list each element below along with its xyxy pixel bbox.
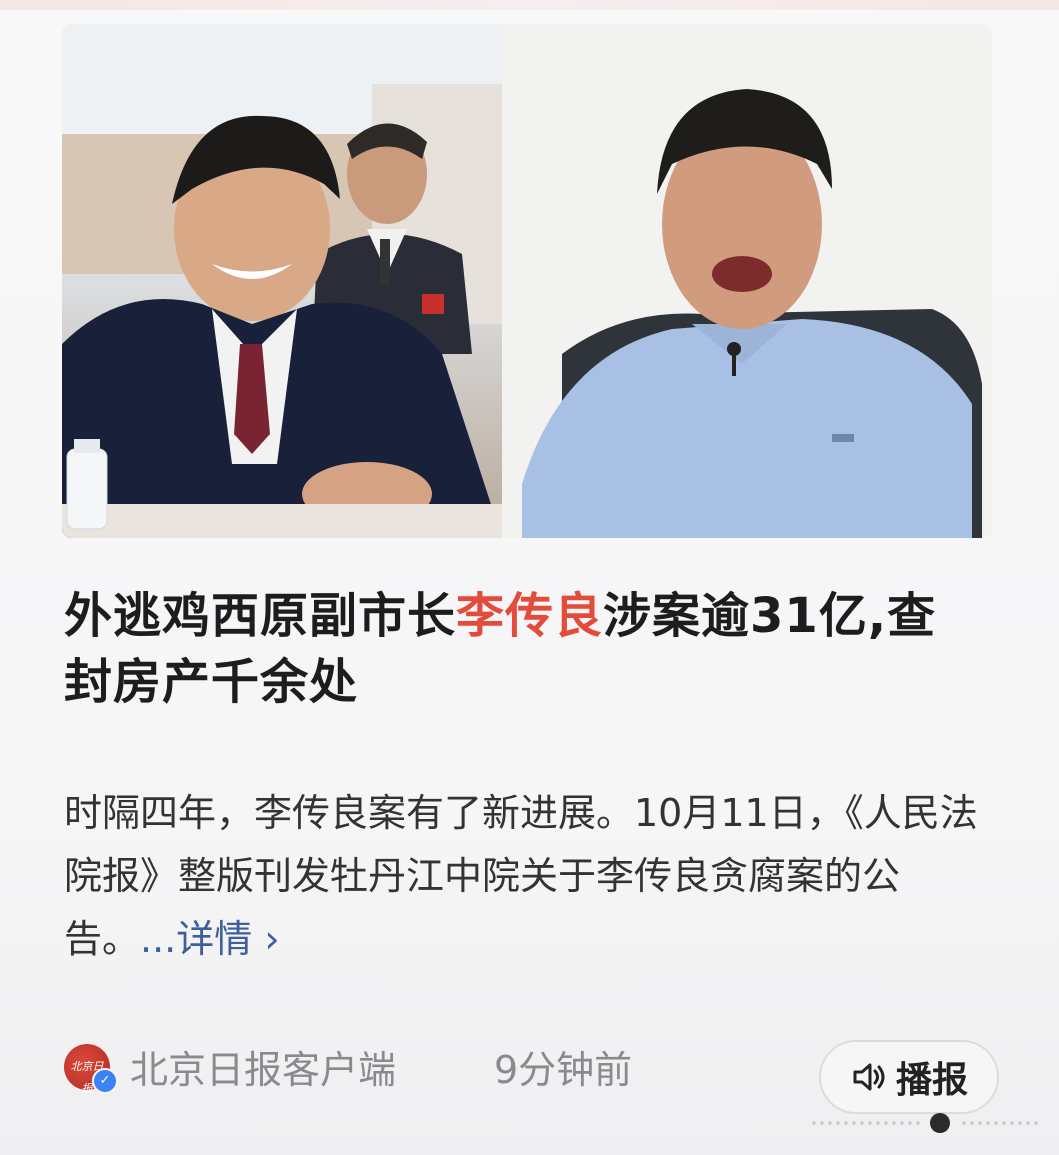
news-card[interactable]: 外逃鸡西原副市长李传良涉案逾31亿,查封房产千余处 时隔四年，李传良案有了新进展… <box>0 0 1059 1155</box>
headline-prefix: 外逃鸡西原副市长 <box>64 588 457 644</box>
photo-collage[interactable] <box>62 24 992 538</box>
publish-time: 9分钟前 <box>494 1048 633 1092</box>
check-badge-icon: ✓ <box>92 1068 118 1094</box>
headline-highlight-name: 李传良 <box>456 588 604 644</box>
scroll-indicator[interactable] <box>810 1113 1040 1133</box>
more-ellipsis: ... <box>140 917 177 961</box>
article-summary[interactable]: 时隔四年，李传良案有了新进展。10月11日，《人民法院报》整版刊发牡丹江中院关于… <box>64 782 994 971</box>
scroll-indicator-knob[interactable] <box>930 1113 950 1133</box>
scroll-indicator-right <box>960 1121 1040 1125</box>
photo-left <box>62 24 502 538</box>
article-footer: 北京日报 ✓ 北京日报客户端 9分钟前 播报 <box>64 1040 999 1114</box>
chevron-right-icon[interactable]: › <box>264 917 279 961</box>
photo-right <box>502 24 992 538</box>
scroll-indicator-left <box>810 1121 922 1125</box>
more-link[interactable]: 详情 <box>176 917 252 961</box>
play-label: 播报 <box>895 1060 968 1101</box>
source-name[interactable]: 北京日报客户端 <box>130 1046 396 1094</box>
speaker-icon <box>850 1058 888 1096</box>
article-headline[interactable]: 外逃鸡西原副市长李传良涉案逾31亿,查封房产千余处 <box>64 583 964 715</box>
play-broadcast-button[interactable]: 播报 <box>819 1040 999 1114</box>
top-strip <box>0 0 1059 10</box>
